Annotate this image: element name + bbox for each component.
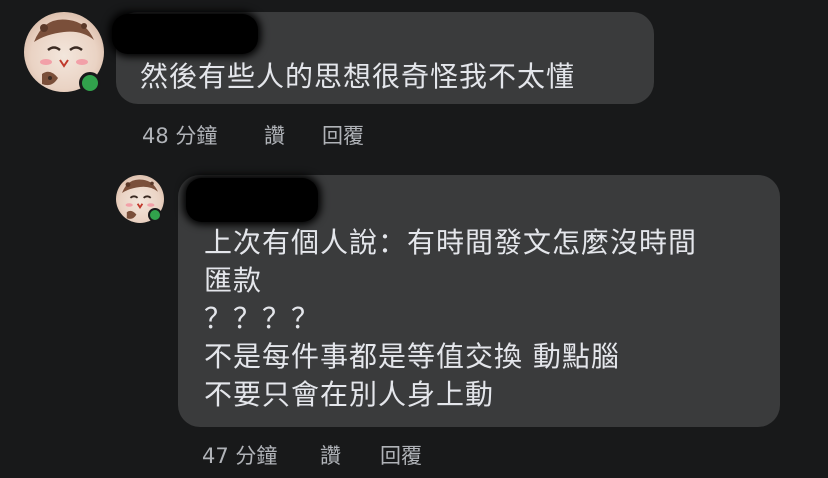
reply-button[interactable]: 回覆 (322, 120, 364, 150)
online-status-dot-icon (79, 72, 101, 94)
comment-line: 不是每件事都是等值交換 動點腦 (204, 340, 620, 373)
like-button[interactable]: 讚 (320, 440, 341, 470)
comment-line: 上次有個人說：有時間發文怎麼沒時間 (204, 226, 698, 259)
redacted-name (112, 14, 258, 54)
online-status-dot-icon (148, 208, 162, 222)
comment-text: 然後有些人的思想很奇怪我不太懂 (140, 58, 575, 96)
timestamp[interactable]: 48 分鐘 (142, 120, 217, 150)
like-button[interactable]: 讚 (264, 120, 285, 150)
comment-line: 不要只會在別人身上動 (204, 378, 495, 411)
comment-line: 匯款 (204, 264, 263, 297)
comment-line: 然後有些人的思想很奇怪我不太懂 (140, 60, 576, 93)
comment-line: ？？？？ (204, 302, 321, 335)
comment-text: 上次有個人說：有時間發文怎麼沒時間 匯款 ？？？？ 不是每件事都是等值交換 動點… (204, 224, 697, 414)
reply-button[interactable]: 回覆 (380, 440, 422, 470)
timestamp[interactable]: 47 分鐘 (202, 440, 277, 470)
redacted-name (186, 178, 318, 222)
